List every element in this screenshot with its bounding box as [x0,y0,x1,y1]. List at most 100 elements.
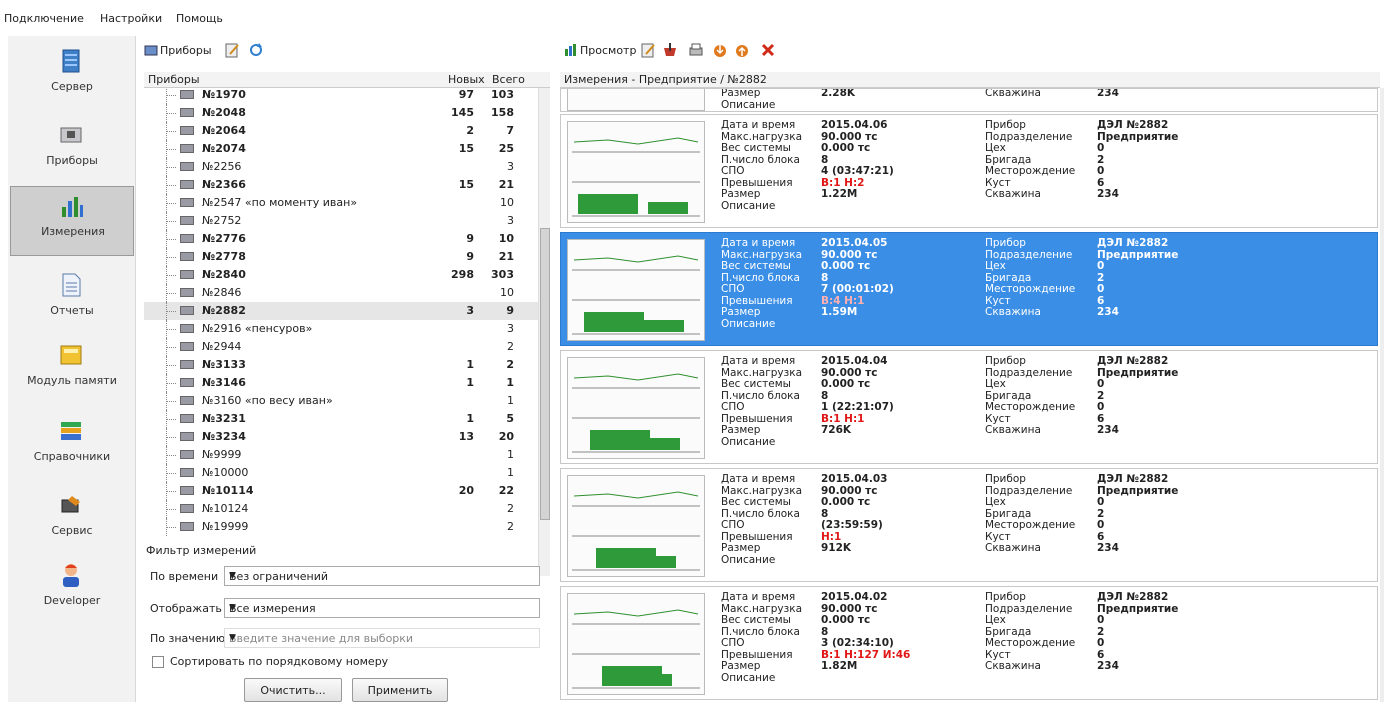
field-label: Скважина [985,306,1041,318]
nav-devices[interactable]: Приборы [10,116,134,186]
nav-server[interactable]: Сервер [10,42,134,112]
field-value-well: 234 [1097,306,1119,318]
device-row[interactable]: №2752 3 [144,212,538,230]
device-row[interactable]: №3234 13 20 [144,428,538,446]
device-name: №2840 [202,268,246,281]
device-row[interactable]: №2840 298 303 [144,266,538,284]
field-value-exceed: В:1 Н:127 И:46 [821,648,911,661]
nav-reports[interactable]: Отчеты [10,266,134,336]
chevron-down-icon: ▼ [229,571,236,581]
col-new[interactable]: Новых [448,73,485,86]
export-icon[interactable] [662,42,678,60]
edit-icon[interactable] [224,42,240,60]
nav-developer-label: Developer [43,594,101,607]
field-label: Размер [721,660,761,672]
col-devices[interactable]: Приборы [148,73,200,86]
sort-checkbox[interactable] [152,656,164,668]
device-row[interactable]: №10114 20 22 [144,482,538,500]
value-filter-input[interactable]: Введите значение для выборки ▼ [224,628,540,648]
menu-connection[interactable]: Подключение [4,12,84,25]
device-name: №3146 [202,376,246,389]
device-row[interactable]: №3146 1 1 [144,374,538,392]
device-row[interactable]: №2547 «по моменту иван» 10 [144,194,538,212]
device-row[interactable]: №2776 9 10 [144,230,538,248]
nav-measurements[interactable]: Измерения [10,186,134,256]
device-row[interactable]: №2256 3 [144,158,538,176]
print-icon[interactable] [688,42,704,60]
device-row[interactable]: №1970 97 103 [144,88,538,104]
device-row[interactable]: №9999 1 [144,446,538,464]
measurement-card[interactable]: Дата и время Макс.нагрузка Вес системы П.чи… [560,468,1378,582]
field-label: Бригада [985,507,1032,520]
field-label: Подразделение [985,484,1073,497]
device-row[interactable]: №2064 2 7 [144,122,538,140]
measurement-card[interactable]: Дата и время Макс.нагрузка Вес системы П.чи… [560,350,1378,464]
delete-icon[interactable] [760,42,776,60]
device-icon [144,45,158,56]
field-value-size: 726K [821,424,852,436]
download-icon[interactable] [712,42,728,60]
devices-scrollbar[interactable] [538,88,550,576]
menu-settings[interactable]: Настройки [100,12,162,25]
view-button[interactable]: Просмотр [564,42,636,60]
field-label: Цех [985,496,1006,508]
field-value-brigade: 2 [1097,153,1105,166]
nav-references[interactable]: Справочники [10,412,134,482]
field-label: Цех [985,142,1006,154]
field-value-weight: 0.000 тс [821,378,871,390]
device-row[interactable]: №2846 10 [144,284,538,302]
device-row[interactable]: №3160 «по весу иван» 1 [144,392,538,410]
field-value-division: Предприятие [1097,602,1179,615]
nav-devices-label: Приборы [46,154,98,167]
device-row[interactable]: №2074 15 25 [144,140,538,158]
server-icon [62,49,80,73]
nav-service[interactable]: Сервис [10,486,134,556]
field-value-well: 234 [1097,660,1119,672]
nav-developer[interactable]: Developer [10,556,134,626]
developer-icon [63,564,79,587]
measurement-card-partial[interactable]: Размер 2.28K Скважина 234 Описание [560,88,1378,112]
measurement-card[interactable]: Дата и время Макс.нагрузка Вес системы П.чи… [560,232,1378,346]
device-row[interactable]: №2944 2 [144,338,538,356]
measurement-card[interactable]: Дата и время Макс.нагрузка Вес системы П.чи… [560,114,1378,228]
device-icon [180,108,194,117]
scrollbar-thumb[interactable] [540,228,550,520]
field-value-exceed: Н:1 [821,530,842,543]
field-value-shop: 0 [1097,260,1105,272]
device-row[interactable]: №2778 9 21 [144,248,538,266]
tree-line [166,473,176,474]
apply-button[interactable]: Применить [352,678,448,702]
device-row[interactable]: №3133 1 2 [144,356,538,374]
service-icon [61,496,80,513]
upload-icon[interactable] [734,42,750,60]
tree-line [166,167,176,168]
devices-toolbar-button[interactable]: Приборы [144,42,214,60]
device-row[interactable]: №2882 3 9 [144,302,538,320]
field-value-load: 90.000 тс [821,130,878,143]
nav-memory-module-label: Модуль памяти [27,374,117,387]
clear-button[interactable]: Очистить... [244,678,342,702]
field-value-division: Предприятие [1097,130,1179,143]
device-row[interactable]: №19999 2 [144,518,538,536]
measurement-thumbnail [567,239,705,341]
col-total[interactable]: Всего [492,73,525,86]
measurement-graph [572,255,700,335]
nav-memory-module[interactable]: Модуль памяти [10,336,134,406]
device-row[interactable]: №2048 145 158 [144,104,538,122]
menu-help[interactable]: Помощь [176,12,223,25]
field-value: 2.28K [821,88,856,99]
field-label: Вес системы [721,614,791,626]
refresh-icon[interactable] [248,42,264,60]
time-filter-select[interactable]: Без ограничений ▼ [224,566,540,586]
edit-icon[interactable] [640,42,656,60]
field-label: Превышения [721,176,793,189]
measurement-card[interactable]: Дата и время Макс.нагрузка Вес системы П.чи… [560,586,1378,700]
show-filter-select[interactable]: Все измерения ▼ [224,598,540,618]
device-row[interactable]: №2916 «пенсуров» 3 [144,320,538,338]
device-row[interactable]: №10000 1 [144,464,538,482]
field-value-field: 0 [1097,519,1105,531]
device-row[interactable]: №10124 2 [144,500,538,518]
device-row[interactable]: №2366 15 21 [144,176,538,194]
measurements-scrollbar[interactable] [1380,88,1384,702]
device-row[interactable]: №3231 1 5 [144,410,538,428]
